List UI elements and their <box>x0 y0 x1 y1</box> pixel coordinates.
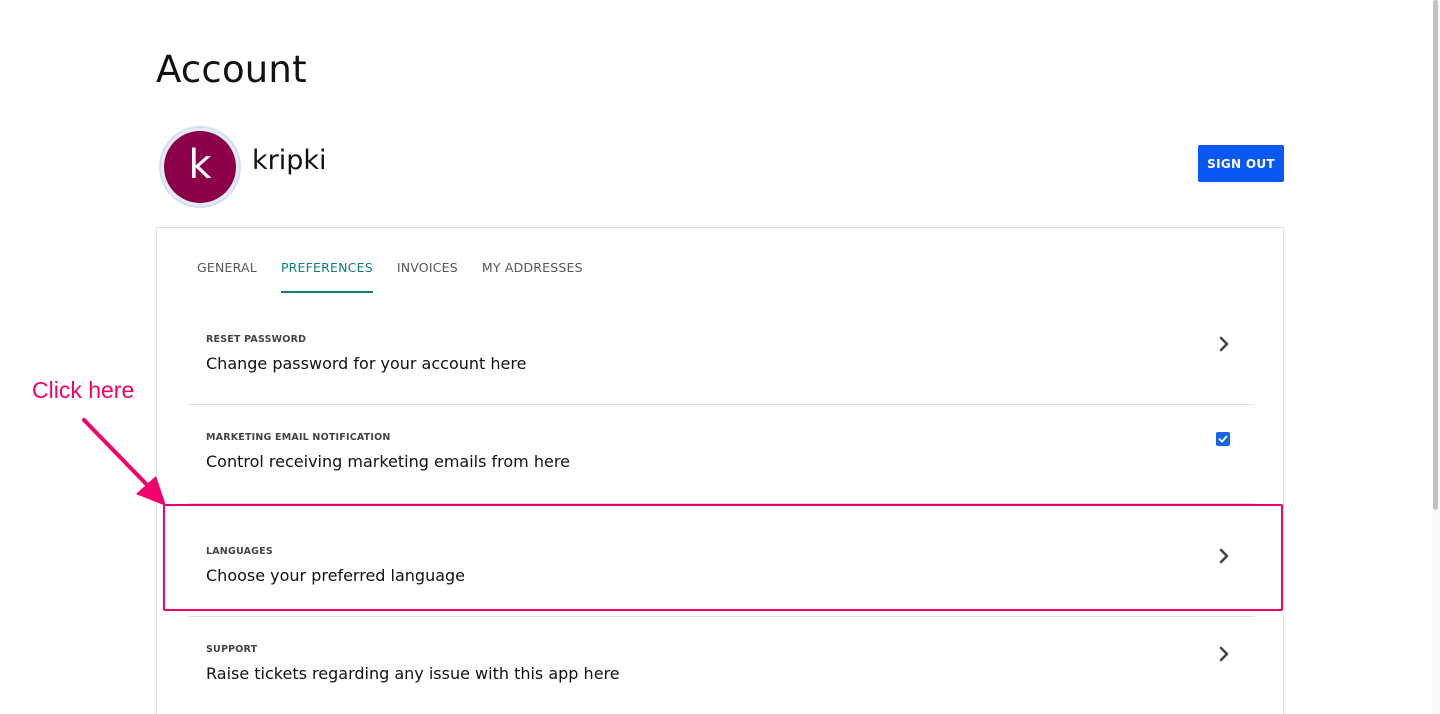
settings-row-languages[interactable]: LANGUAGES Choose your preferred language <box>189 530 1255 616</box>
divider <box>189 616 1255 617</box>
avatar-letter: k <box>164 131 236 203</box>
chevron-right-icon[interactable] <box>1219 646 1229 662</box>
setting-description: Raise tickets regarding any issue with t… <box>206 664 620 683</box>
settings-card: GENERAL PREFERENCES INVOICES MY ADDRESSE… <box>156 227 1284 714</box>
divider <box>189 404 1255 405</box>
setting-label: SUPPORT <box>206 644 258 655</box>
chevron-right-icon[interactable] <box>1219 548 1229 564</box>
tab-bar: GENERAL PREFERENCES INVOICES MY ADDRESSE… <box>197 258 607 293</box>
settings-row-reset-password[interactable]: RESET PASSWORD Change password for your … <box>189 318 1255 404</box>
settings-row-support[interactable]: SUPPORT Raise tickets regarding any issu… <box>189 628 1255 714</box>
setting-description: Control receiving marketing emails from … <box>206 452 570 471</box>
sign-out-button[interactable]: SIGN OUT <box>1198 145 1284 182</box>
username: kripki <box>252 145 327 176</box>
setting-label: MARKETING EMAIL NOTIFICATION <box>206 432 391 443</box>
annotation-text: Click here <box>32 377 135 403</box>
tab-invoices[interactable]: INVOICES <box>397 258 458 293</box>
setting-label: LANGUAGES <box>206 546 273 557</box>
avatar: k <box>159 126 241 208</box>
annotation-arrow-icon <box>82 418 166 506</box>
tab-my-addresses[interactable]: MY ADDRESSES <box>482 258 583 293</box>
scrollbar[interactable] <box>1432 0 1440 714</box>
setting-description: Choose your preferred language <box>206 566 466 585</box>
setting-label: RESET PASSWORD <box>206 334 307 345</box>
chevron-right-icon[interactable] <box>1219 336 1229 352</box>
account-page: Account k kripki SIGN OUT GENERAL PREFER… <box>0 0 1440 714</box>
tab-general[interactable]: GENERAL <box>197 258 257 293</box>
settings-row-marketing-email: MARKETING EMAIL NOTIFICATION Control rec… <box>189 416 1255 502</box>
setting-description: Change password for your account here <box>206 354 527 373</box>
checkmark-icon <box>1218 435 1228 443</box>
scrollbar-thumb[interactable] <box>1433 0 1438 510</box>
divider <box>189 503 1255 504</box>
marketing-email-checkbox[interactable] <box>1216 432 1230 446</box>
tab-preferences[interactable]: PREFERENCES <box>280 258 373 293</box>
page-title: Account <box>156 48 307 91</box>
